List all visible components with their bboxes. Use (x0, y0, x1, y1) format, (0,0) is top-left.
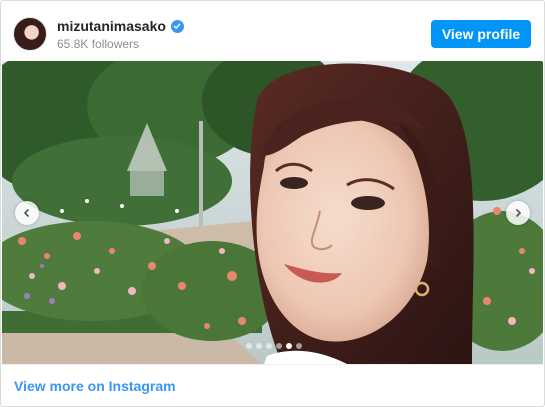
chevron-right-icon[interactable] (506, 201, 530, 225)
carousel-dot (276, 343, 282, 349)
carousel-indicator (246, 343, 302, 349)
post-photo[interactable] (2, 61, 543, 364)
verified-badge-icon (170, 19, 184, 33)
carousel-dot (286, 343, 292, 349)
carousel-dot (266, 343, 272, 349)
instagram-embed: mizutanimasako 65.8K followers View prof… (0, 0, 545, 407)
carousel-dot (256, 343, 262, 349)
avatar[interactable] (13, 17, 47, 51)
carousel-dot (296, 343, 302, 349)
view-profile-button[interactable]: View profile (431, 20, 531, 48)
carousel-dot (246, 343, 252, 349)
username-row: mizutanimasako (57, 17, 184, 35)
followers-count: 65.8K followers (57, 37, 140, 51)
view-more-on-instagram-link[interactable]: View more on Instagram (14, 378, 176, 394)
post-header: mizutanimasako 65.8K followers View prof… (1, 1, 544, 61)
chevron-left-icon[interactable] (15, 201, 39, 225)
post-footer: View more on Instagram (1, 364, 544, 406)
username[interactable]: mizutanimasako (57, 18, 166, 34)
